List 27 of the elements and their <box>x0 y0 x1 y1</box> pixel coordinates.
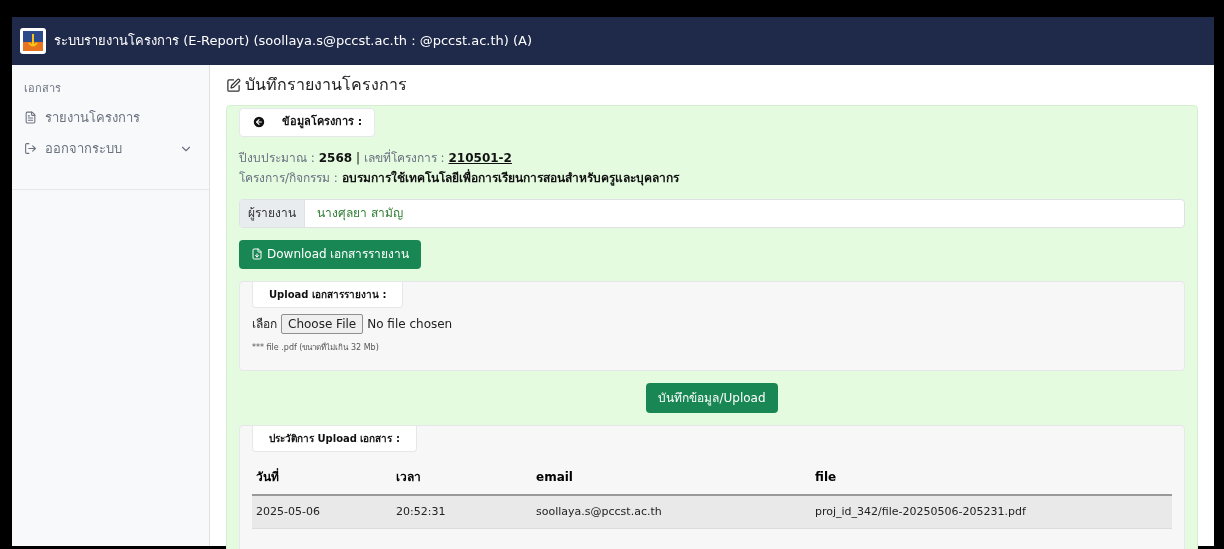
table-cell: 20:52:31 <box>392 495 532 529</box>
project-year-line: ปีงบประมาณ : 2568 | เลขที่โครงการ : 210501-2 <box>239 148 513 167</box>
choose-file-button[interactable]: Choose File <box>281 313 364 334</box>
sidebar-item[interactable]: รายงานโครงการ <box>24 101 197 133</box>
edit-icon <box>226 77 241 93</box>
project-activity-line: โครงการ/กิจกรรม : อบรมการใช้เทคโนโลยีเพื่อการเรียนการสอนสำหรับครูและบุคลากร <box>239 168 681 187</box>
section-legend: ข้อมูลโครงการ : <box>239 108 376 137</box>
document-icon <box>24 110 37 124</box>
page-title: บันทึกรายงานโครงการ <box>245 74 407 96</box>
section-legend: Upload เอกสารรายงาน : <box>252 281 404 308</box>
back-icon[interactable] <box>252 115 266 130</box>
reporter-field[interactable]: ผู้รายงาน นางศุลยา สามัญ <box>239 198 1185 228</box>
file-status: No file chosen <box>367 315 453 333</box>
logo-icon <box>20 28 46 54</box>
project-number-link[interactable]: 210501-2 <box>448 150 512 165</box>
file-hint: *** file .pdf (ขนาดที่ไม่เกิน 32 Mb) <box>252 341 380 354</box>
logout-icon <box>24 142 37 156</box>
table-cell: proj_id_342/file-20250506-205231.pdf <box>811 495 1172 529</box>
save-upload-button[interactable]: บันทึกข้อมูล/Upload <box>646 382 778 413</box>
section-legend: ประวัติการ Upload เอกสาร : <box>252 425 417 452</box>
sidebar-section-label: เอกสาร <box>24 81 62 97</box>
choose-label: เลือก <box>252 315 277 333</box>
app-title: ระบบรายงานโครงการ (E-Report) (soollaya.s@pccst.ac.th : @pccst.ac.th) (A) <box>54 32 533 51</box>
table-cell: 2025-05-06 <box>252 495 392 529</box>
table-cell: soollaya.s@pccst.ac.th <box>532 495 811 529</box>
download-button[interactable]: Download เอกสารรายงาน <box>239 239 422 269</box>
sidebar-item[interactable]: ออกจากระบบ <box>24 133 197 165</box>
